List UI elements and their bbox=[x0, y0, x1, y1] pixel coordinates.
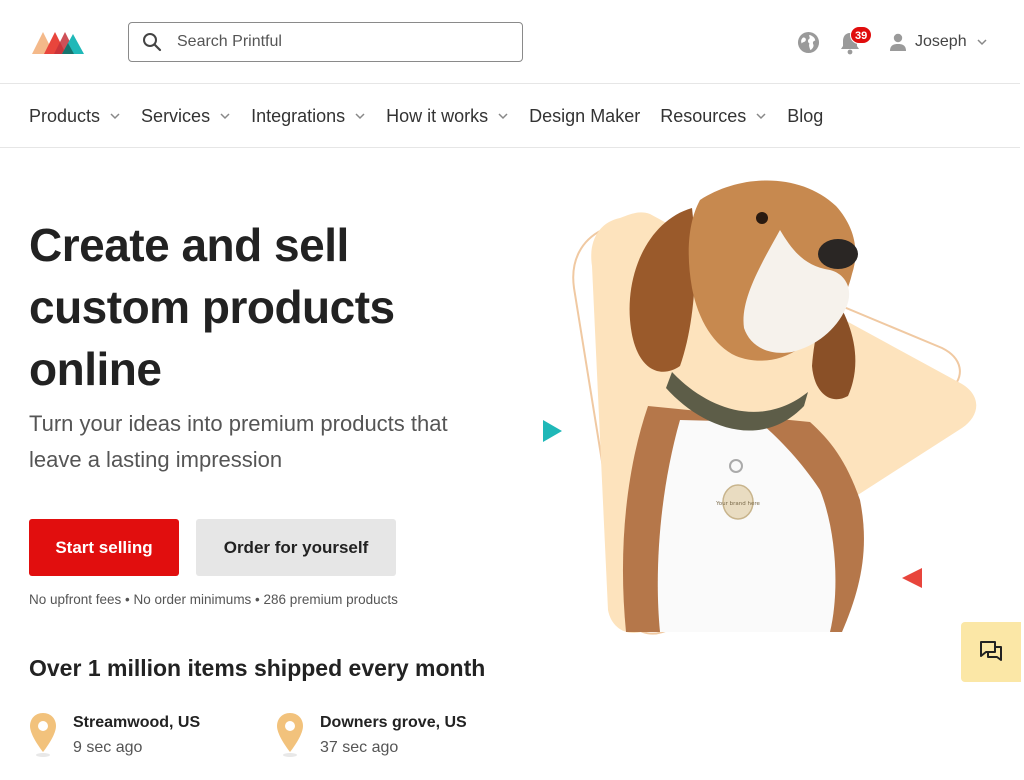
dog-eye bbox=[756, 212, 768, 224]
map-pin-icon bbox=[30, 713, 56, 757]
nav-item-label: How it works bbox=[386, 105, 489, 126]
main-nav: Products Services Integrations How it wo… bbox=[0, 85, 1020, 148]
nav-item-label: Products bbox=[29, 105, 101, 126]
search-input[interactable] bbox=[177, 23, 507, 60]
chevron-down-icon bbox=[220, 113, 230, 120]
globe-icon[interactable] bbox=[797, 31, 820, 54]
location-item: Downers grove, US 37 sec ago bbox=[276, 712, 467, 762]
nav-item-label: Services bbox=[141, 105, 211, 126]
chevron-down-icon bbox=[498, 113, 508, 120]
chevron-down-icon bbox=[110, 113, 120, 120]
nav-item-label: Integrations bbox=[251, 105, 346, 126]
location-time: 37 sec ago bbox=[320, 739, 399, 756]
chat-button[interactable] bbox=[961, 622, 1021, 682]
dog-nose bbox=[818, 239, 858, 269]
top-header: 39 Joseph bbox=[0, 0, 1020, 84]
notification-badge: 39 bbox=[850, 26, 873, 44]
location-item: Streamwood, US 9 sec ago bbox=[29, 712, 200, 762]
location-city: Downers grove, US bbox=[320, 714, 467, 731]
user-menu[interactable]: Joseph bbox=[888, 30, 988, 54]
location-city: Streamwood, US bbox=[73, 714, 201, 731]
hero-title: Create and sell custom products online bbox=[29, 219, 395, 395]
chat-icon bbox=[980, 641, 1002, 661]
nav-item-products[interactable]: Products bbox=[29, 106, 121, 127]
order-for-yourself-button[interactable]: Order for yourself bbox=[196, 519, 396, 576]
nav-item-label: Blog bbox=[787, 105, 824, 126]
hero-dog-illustration: Your brand here bbox=[543, 180, 977, 635]
hero-subtitle: Turn your ideas into premium products th… bbox=[29, 411, 448, 472]
red-triangle bbox=[902, 568, 922, 588]
user-name: Joseph bbox=[915, 33, 967, 50]
chevron-down-icon bbox=[977, 39, 987, 46]
nav-item-blog[interactable]: Blog bbox=[787, 106, 823, 127]
hero-note: No upfront fees • No order minimums • 28… bbox=[29, 592, 398, 607]
chevron-down-icon bbox=[355, 113, 365, 120]
search-icon bbox=[143, 33, 162, 52]
location-time: 9 sec ago bbox=[73, 739, 143, 756]
shipped-title: Over 1 million items shipped every month bbox=[29, 655, 486, 681]
nav-item-design-maker[interactable]: Design Maker bbox=[529, 106, 640, 127]
tag-text: Your brand here bbox=[715, 501, 760, 507]
person-icon bbox=[890, 33, 906, 51]
printful-logo[interactable] bbox=[32, 30, 84, 54]
nav-item-services[interactable]: Services bbox=[141, 106, 231, 127]
nav-item-label: Design Maker bbox=[529, 105, 641, 126]
nav-item-integrations[interactable]: Integrations bbox=[251, 106, 366, 127]
nav-item-label: Resources bbox=[660, 105, 747, 126]
map-pin-icon bbox=[277, 713, 303, 757]
nav-item-how-it-works[interactable]: How it works bbox=[386, 106, 509, 127]
teal-triangle bbox=[543, 420, 562, 442]
start-selling-button[interactable]: Start selling bbox=[29, 519, 179, 576]
nav-item-resources[interactable]: Resources bbox=[660, 106, 767, 127]
search-box[interactable] bbox=[128, 22, 523, 62]
chevron-down-icon bbox=[756, 113, 766, 120]
